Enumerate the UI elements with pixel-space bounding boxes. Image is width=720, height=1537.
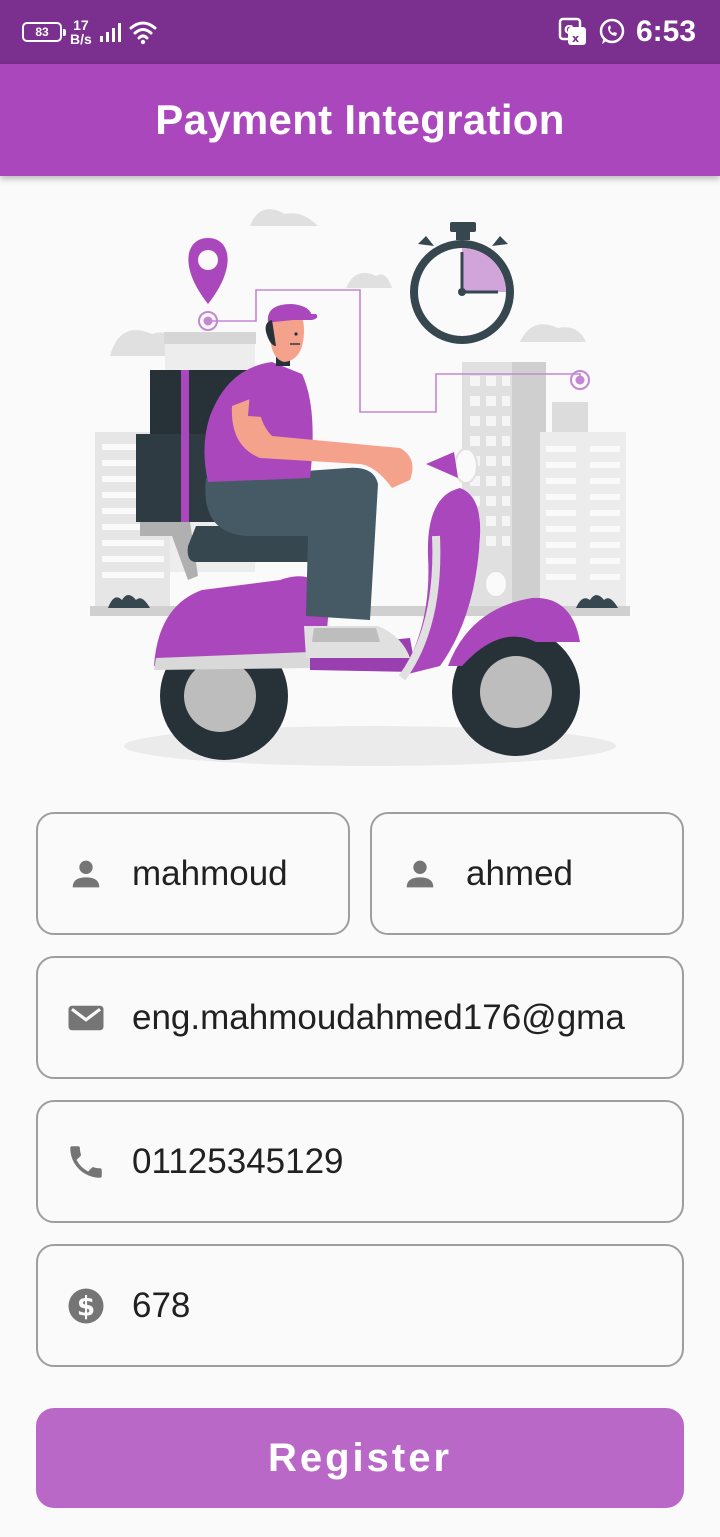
- amount-field[interactable]: $ 678: [36, 1244, 684, 1367]
- app-bar: Payment Integration: [0, 64, 720, 176]
- register-button[interactable]: Register: [36, 1408, 684, 1508]
- person-icon: [398, 852, 442, 896]
- status-bar: 83 17 B/s G x 6:53: [0, 0, 720, 64]
- register-button-label: Register: [267, 1435, 453, 1480]
- network-speed-unit: B/s: [70, 31, 92, 47]
- network-speed: 17 B/s: [70, 18, 92, 46]
- battery-icon: 83: [22, 22, 66, 42]
- network-speed-value: 17: [73, 17, 89, 33]
- clock: 6:53: [635, 15, 696, 48]
- amount-input[interactable]: 678: [132, 1286, 682, 1326]
- wifi-icon: [129, 21, 157, 45]
- phone-icon: [64, 1140, 108, 1184]
- phone-input[interactable]: 01125345129: [132, 1142, 682, 1182]
- svg-text:$: $: [77, 1292, 95, 1322]
- last-name-field[interactable]: ahmed: [370, 812, 684, 935]
- signal-icon: [99, 22, 121, 42]
- email-input[interactable]: eng.mahmoudahmed176@gma: [132, 998, 682, 1038]
- status-left: 83 17 B/s: [22, 14, 157, 50]
- whatsapp-icon: [599, 18, 625, 44]
- translate-icon: G x: [558, 17, 586, 45]
- dollar-icon: $: [64, 1284, 108, 1328]
- svg-text:x: x: [572, 32, 579, 45]
- phone-field[interactable]: 01125345129: [36, 1100, 684, 1223]
- mail-icon: [64, 996, 108, 1040]
- first-name-field[interactable]: mahmoud: [36, 812, 350, 935]
- delivery-scooter-illustration: [90, 209, 630, 766]
- person-icon: [64, 852, 108, 896]
- first-name-input[interactable]: mahmoud: [132, 854, 348, 894]
- last-name-input[interactable]: ahmed: [466, 854, 682, 894]
- email-field[interactable]: eng.mahmoudahmed176@gma: [36, 956, 684, 1079]
- status-right: G x 6:53: [558, 12, 696, 52]
- page-title: Payment Integration: [155, 96, 565, 143]
- battery-level: 83: [35, 25, 49, 39]
